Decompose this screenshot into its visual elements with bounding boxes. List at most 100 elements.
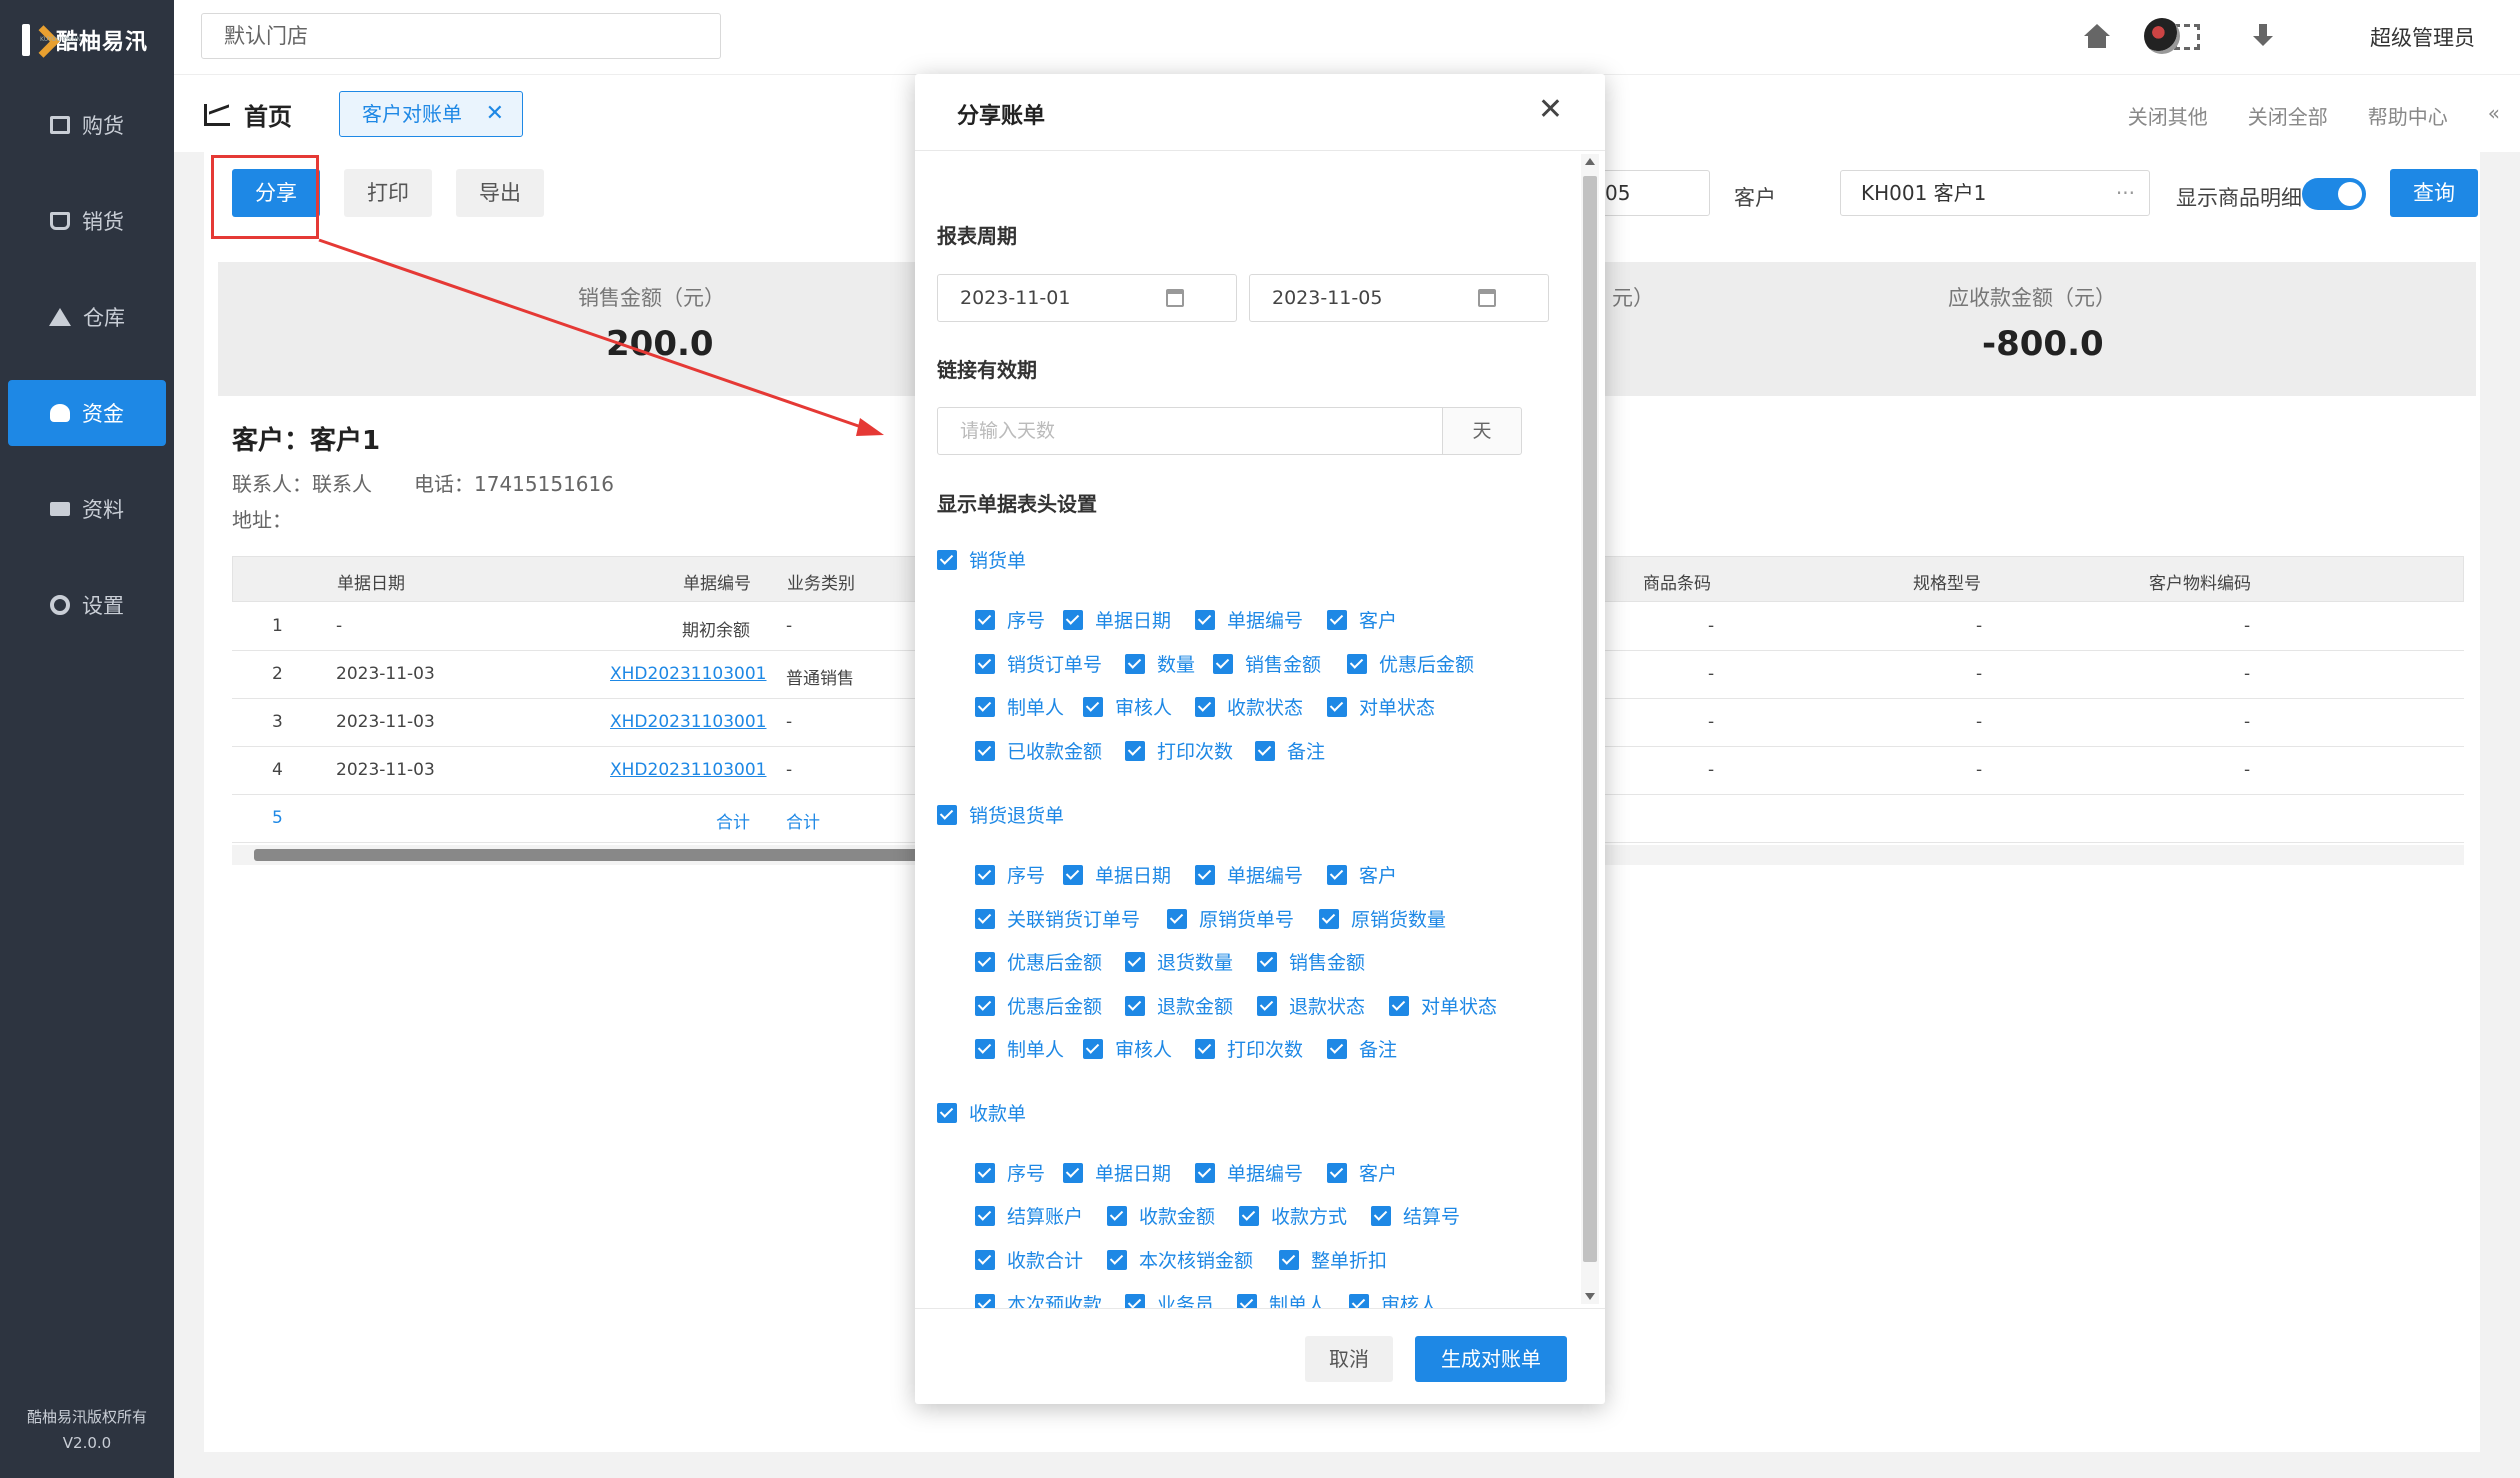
cancel-button[interactable]: 取消: [1305, 1336, 1393, 1382]
dialog-scrollbar[interactable]: [1581, 154, 1599, 1304]
sidebar-item-data[interactable]: 资料: [8, 476, 166, 542]
field-checkbox[interactable]: 客户: [1327, 861, 1397, 888]
row-no-link[interactable]: XHD20231103001: [610, 760, 767, 780]
field-checkbox[interactable]: 序号: [975, 861, 1045, 888]
field-checkbox[interactable]: 单据编号: [1195, 861, 1303, 888]
user-name[interactable]: 超级管理员: [2370, 22, 2475, 52]
field-checkbox[interactable]: 结算账户: [975, 1202, 1083, 1229]
field-checkbox[interactable]: 单据编号: [1195, 1159, 1303, 1186]
avatar[interactable]: [2144, 18, 2180, 54]
field-checkbox[interactable]: 结算号: [1371, 1202, 1460, 1229]
collapse-icon[interactable]: «: [2488, 101, 2500, 130]
field-checkbox[interactable]: 本次核销金额: [1107, 1246, 1253, 1273]
field-checkbox[interactable]: 制单人: [975, 693, 1064, 720]
checkbox-label: 单据编号: [1227, 1163, 1304, 1185]
field-checkbox[interactable]: 优惠后金额: [975, 948, 1102, 975]
field-checkbox[interactable]: 优惠后金额: [1347, 650, 1474, 677]
generate-statement-button[interactable]: 生成对账单: [1415, 1336, 1567, 1382]
download-icon[interactable]: [2250, 24, 2276, 50]
close-icon[interactable]: ✕: [1538, 92, 1563, 127]
field-checkbox[interactable]: 审核人: [1349, 1290, 1438, 1308]
field-checkbox[interactable]: 原销货数量: [1319, 905, 1446, 932]
sidebar-item-warehouse[interactable]: 仓库: [8, 284, 166, 350]
field-checkbox[interactable]: 销售金额: [1213, 650, 1321, 677]
help-center-link[interactable]: 帮助中心: [2368, 101, 2448, 130]
customer-filter-input[interactable]: KH001 客户1 ···: [1840, 170, 2150, 216]
group-checkbox-sales-return[interactable]: 销货退货单: [937, 801, 1064, 828]
field-checkbox[interactable]: 对单状态: [1327, 693, 1435, 720]
row-no-link[interactable]: XHD20231103001: [610, 712, 767, 732]
home-icon[interactable]: [2084, 24, 2110, 50]
start-date-input[interactable]: 2023-11-01: [937, 274, 1237, 322]
field-checkbox[interactable]: 关联销货订单号: [975, 905, 1140, 932]
field-checkbox[interactable]: 备注: [1255, 737, 1325, 764]
print-button[interactable]: 打印: [344, 169, 432, 217]
checkbox-checked-icon: [975, 609, 995, 630]
field-checkbox[interactable]: 制单人: [975, 1035, 1064, 1062]
field-checkbox[interactable]: 客户: [1327, 1159, 1397, 1186]
sidebar-item-sales[interactable]: 销货: [8, 188, 166, 254]
field-checkbox[interactable]: 对单状态: [1389, 992, 1497, 1019]
field-checkbox[interactable]: 退货数量: [1125, 948, 1233, 975]
sidebar-item-funds[interactable]: 资金: [8, 380, 166, 446]
tab-actions: 关闭其他 关闭全部 帮助中心 «: [2128, 101, 2500, 130]
sidebar-item-purchase[interactable]: 购货: [8, 92, 166, 158]
row-idx: 1: [272, 616, 283, 636]
field-checkbox[interactable]: 单据日期: [1063, 861, 1171, 888]
query-button[interactable]: 查询: [2390, 169, 2478, 217]
close-others-link[interactable]: 关闭其他: [2128, 101, 2208, 130]
field-checkbox[interactable]: 原销货单号: [1167, 905, 1294, 932]
field-checkbox[interactable]: 退款状态: [1257, 992, 1365, 1019]
more-icon[interactable]: ···: [2116, 171, 2135, 215]
field-checkbox[interactable]: 收款方式: [1239, 1202, 1347, 1229]
checkbox-checked-icon: [1107, 1249, 1127, 1270]
field-checkbox[interactable]: 优惠后金额: [975, 992, 1102, 1019]
scroll-down-icon[interactable]: [1585, 1293, 1595, 1300]
field-checkbox[interactable]: 本次预收款: [975, 1290, 1102, 1308]
field-checkbox[interactable]: 收款金额: [1107, 1202, 1215, 1229]
days-input[interactable]: 请输入天数: [937, 407, 1443, 455]
tab-home[interactable]: 首页: [204, 97, 292, 132]
checkbox-label: 制单人: [1007, 697, 1065, 719]
field-checkbox[interactable]: 单据日期: [1063, 1159, 1171, 1186]
field-checkbox[interactable]: 序号: [975, 606, 1045, 633]
row-no-link[interactable]: XHD20231103001: [610, 664, 767, 684]
date-end-filter[interactable]: 05: [1600, 170, 1710, 216]
store-select[interactable]: 默认门店: [201, 13, 721, 59]
tab-customer-statement[interactable]: 客户对账单 ✕: [339, 91, 523, 137]
field-checkbox[interactable]: 整单折扣: [1279, 1246, 1387, 1273]
field-checkbox[interactable]: 业务员: [1125, 1290, 1214, 1308]
end-date-input[interactable]: 2023-11-05: [1249, 274, 1549, 322]
field-checkbox[interactable]: 审核人: [1083, 693, 1172, 720]
field-checkbox[interactable]: 退款金额: [1125, 992, 1233, 1019]
start-date-value: 2023-11-01: [960, 287, 1071, 309]
export-button[interactable]: 导出: [456, 169, 544, 217]
close-all-link[interactable]: 关闭全部: [2248, 101, 2328, 130]
address-text: 地址：: [232, 508, 292, 532]
field-checkbox[interactable]: 销售金额: [1257, 948, 1365, 975]
field-checkbox[interactable]: 收款合计: [975, 1246, 1083, 1273]
field-checkbox[interactable]: 单据编号: [1195, 606, 1303, 633]
scrollbar-thumb[interactable]: [254, 849, 924, 861]
scroll-up-icon[interactable]: [1585, 158, 1595, 165]
field-checkbox[interactable]: 已收款金额: [975, 737, 1102, 764]
show-detail-toggle[interactable]: [2302, 178, 2366, 210]
checkbox-label: 单据编号: [1227, 610, 1304, 632]
field-checkbox[interactable]: 收款状态: [1195, 693, 1303, 720]
header-barcode: 商品条码: [1643, 574, 1711, 594]
field-checkbox[interactable]: 客户: [1327, 606, 1397, 633]
field-checkbox[interactable]: 打印次数: [1125, 737, 1233, 764]
scrollbar-thumb[interactable]: [1583, 176, 1597, 1262]
field-checkbox[interactable]: 制单人: [1237, 1290, 1326, 1308]
field-checkbox[interactable]: 备注: [1327, 1035, 1397, 1062]
group-checkbox-receipt[interactable]: 收款单: [937, 1099, 1026, 1126]
close-icon[interactable]: ✕: [486, 92, 504, 136]
group-checkbox-sales[interactable]: 销货单: [937, 546, 1026, 573]
field-checkbox[interactable]: 销货订单号: [975, 650, 1102, 677]
field-checkbox[interactable]: 审核人: [1083, 1035, 1172, 1062]
field-checkbox[interactable]: 单据日期: [1063, 606, 1171, 633]
sidebar-item-settings[interactable]: 设置: [8, 572, 166, 638]
field-checkbox[interactable]: 打印次数: [1195, 1035, 1303, 1062]
field-checkbox[interactable]: 序号: [975, 1159, 1045, 1186]
field-checkbox[interactable]: 数量: [1125, 650, 1195, 677]
